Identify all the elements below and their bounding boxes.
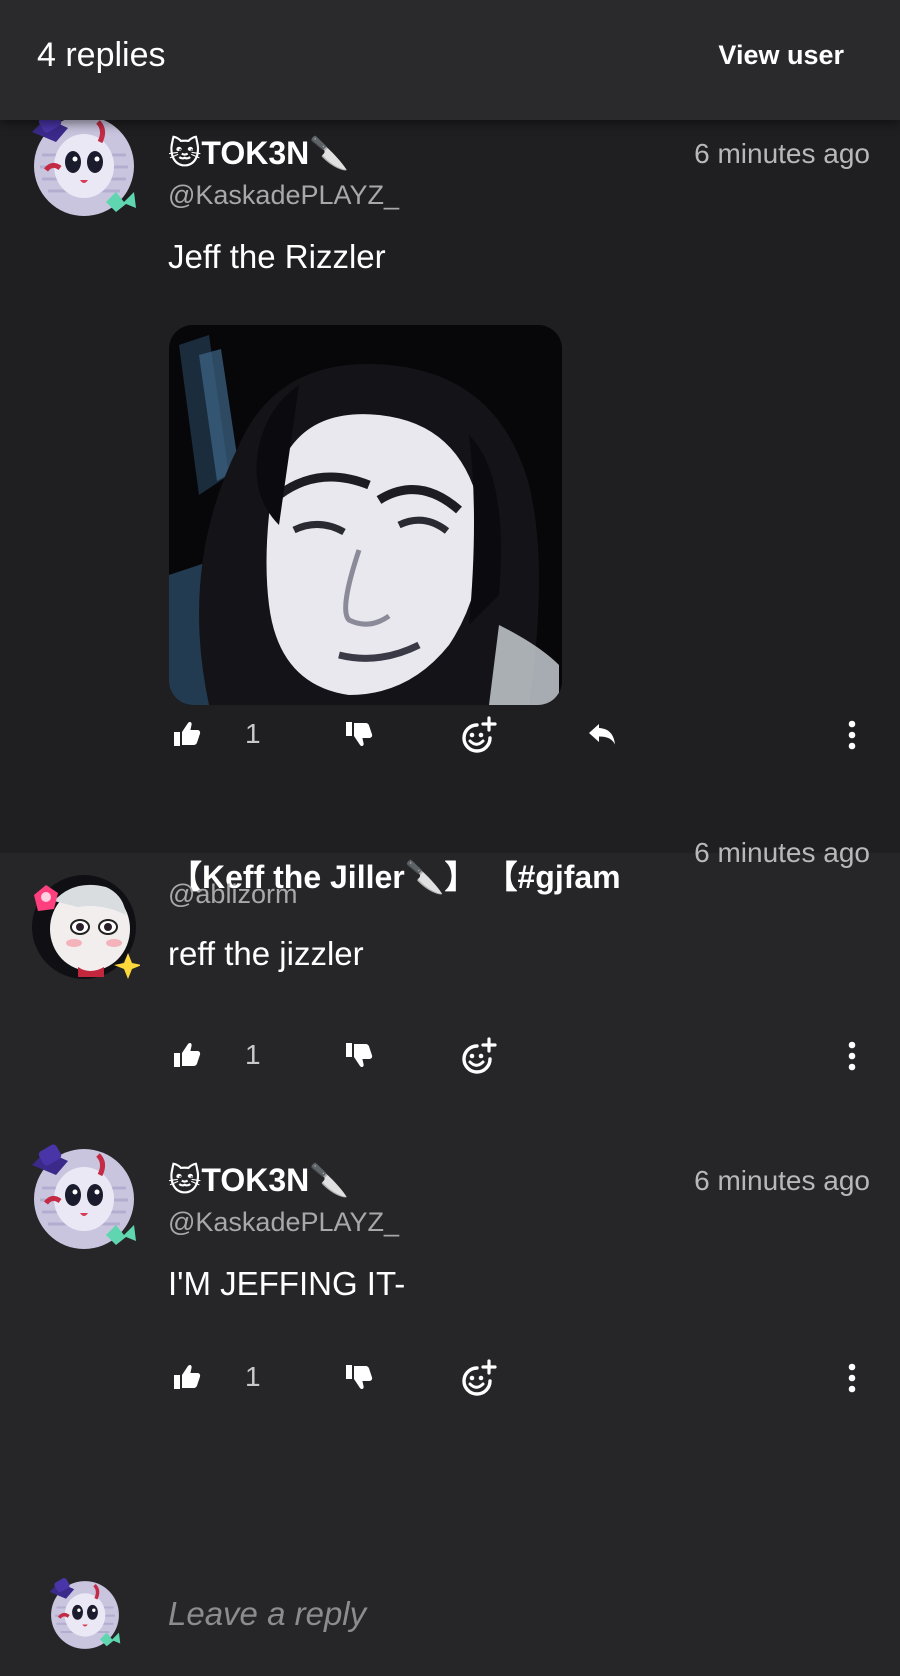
like-button[interactable] — [170, 710, 204, 760]
more-options-button[interactable] — [846, 710, 858, 760]
reply-icon — [589, 724, 615, 745]
more-options-button[interactable] — [846, 1031, 858, 1081]
reply-input[interactable] — [168, 1589, 848, 1639]
knife-emoji: 🔪 — [309, 1161, 350, 1199]
cat-emoji: 🐱 — [168, 134, 202, 172]
thumbs-down-icon — [346, 1365, 373, 1390]
add-reaction-button[interactable] — [460, 1353, 498, 1403]
like-button[interactable] — [170, 1353, 204, 1403]
user-handle[interactable]: @ablizorm — [168, 879, 297, 910]
more-vertical-icon — [848, 1041, 856, 1071]
avatar-image — [28, 1143, 140, 1255]
knife-emoji: 🔪 — [309, 134, 350, 172]
reply-item: 🐱TOK3N🔪 @KaskadePLAYZ_ 6 minutes ago I'M… — [0, 1173, 900, 1553]
cat-emoji: 🐱 — [168, 1161, 202, 1199]
reply-item: 🐱TOK3N🔪 @KaskadePLAYZ_ 6 minutes ago Jef… — [0, 120, 900, 853]
avatar[interactable] — [28, 110, 140, 222]
display-name[interactable]: 🐱TOK3N🔪 — [168, 1161, 349, 1199]
action-row: 1 — [0, 1031, 900, 1081]
add-reaction-button[interactable] — [460, 710, 498, 760]
replies-header: 4 replies View user — [0, 0, 900, 120]
display-name[interactable]: 🐱TOK3N🔪 — [168, 134, 349, 172]
avatar[interactable] — [28, 871, 140, 983]
my-avatar — [47, 1577, 123, 1653]
thumbs-down-icon — [346, 1043, 373, 1068]
attached-image[interactable] — [169, 325, 562, 705]
avatar-image — [31, 874, 140, 980]
comment-text: reff the jizzler — [168, 935, 364, 972]
timestamp: 6 minutes ago — [694, 138, 870, 169]
like-count: 1 — [245, 718, 261, 749]
more-vertical-icon — [848, 720, 856, 750]
reply-bar — [0, 1553, 900, 1676]
add-emoji-icon — [462, 1359, 497, 1396]
dislike-button[interactable] — [342, 1353, 376, 1403]
thumbs-up-icon — [174, 1364, 201, 1389]
comment-text: Jeff the Rizzler — [168, 238, 386, 275]
like-count: 1 — [245, 1039, 261, 1070]
display-name-text: TOK3N — [201, 1162, 310, 1198]
thumbs-up-icon — [174, 721, 201, 746]
user-handle[interactable]: @KaskadePLAYZ_ — [168, 1207, 399, 1238]
reply-button[interactable] — [584, 710, 620, 760]
replies-count: 4 replies — [37, 36, 166, 74]
avatar-image — [28, 110, 140, 222]
knife-emoji: 🔪 — [404, 858, 445, 896]
user-handle[interactable]: @KaskadePLAYZ_ — [168, 180, 399, 211]
action-row: 1 — [0, 1353, 900, 1403]
avatar[interactable] — [28, 1143, 140, 1255]
timestamp: 6 minutes ago — [694, 837, 870, 868]
dislike-button[interactable] — [342, 710, 376, 760]
action-row: 1 — [0, 710, 900, 760]
add-reaction-button[interactable] — [460, 1031, 498, 1081]
like-button[interactable] — [170, 1031, 204, 1081]
like-count: 1 — [245, 1361, 261, 1392]
attached-image-content — [169, 325, 562, 705]
dislike-button[interactable] — [342, 1031, 376, 1081]
more-vertical-icon — [848, 1363, 856, 1393]
add-emoji-icon — [462, 716, 497, 753]
reply-item: 【Keff the Jiller🔪】 【#gjfam @ablizorm 6 m… — [0, 837, 900, 1173]
thumbs-down-icon — [346, 722, 373, 747]
view-user-button[interactable]: View user — [718, 40, 844, 71]
add-emoji-icon — [462, 1037, 497, 1074]
more-options-button[interactable] — [846, 1353, 858, 1403]
timestamp: 6 minutes ago — [694, 1165, 870, 1196]
comment-text: I'M JEFFING IT- — [168, 1265, 406, 1302]
display-name-text: TOK3N — [201, 135, 310, 171]
display-name-tail: 】 【#gjfam — [444, 859, 621, 895]
avatar-image — [48, 1577, 122, 1651]
thumbs-up-icon — [174, 1042, 201, 1067]
